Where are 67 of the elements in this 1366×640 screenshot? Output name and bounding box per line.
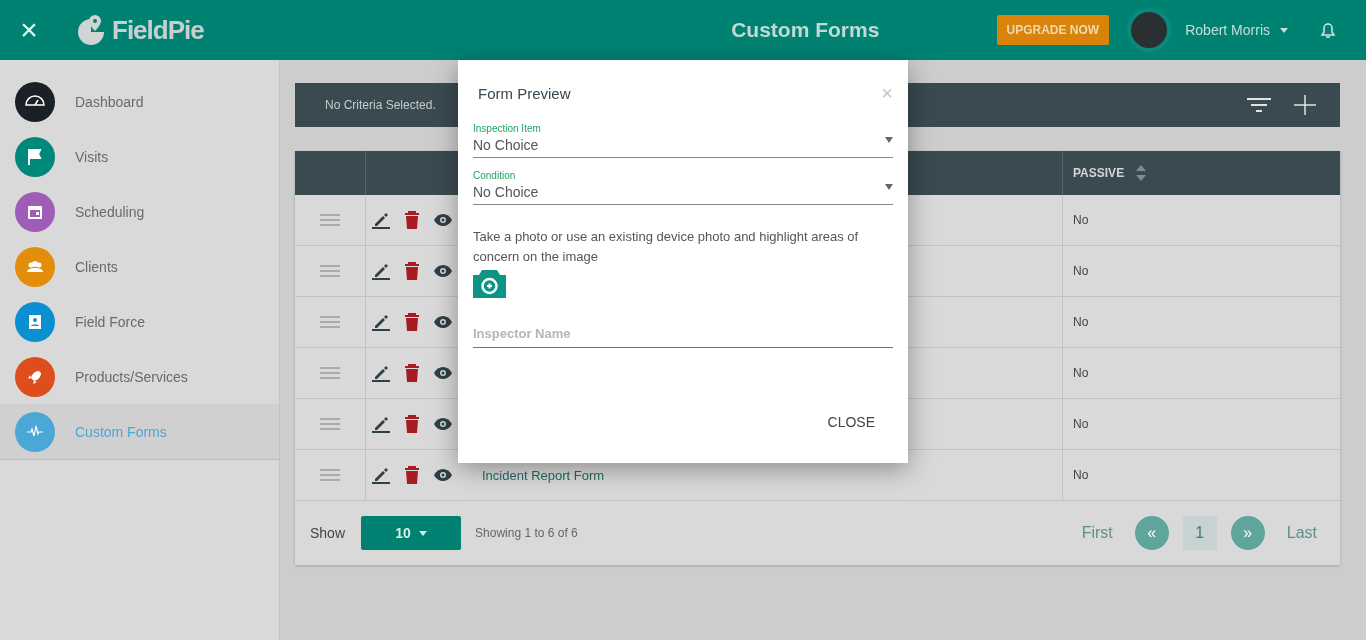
drag-handle-icon[interactable] bbox=[320, 316, 340, 328]
bell-icon[interactable] bbox=[1318, 20, 1338, 40]
drag-handle-icon[interactable] bbox=[320, 367, 340, 379]
trash-icon[interactable] bbox=[404, 313, 420, 331]
close-dialog-button[interactable]: CLOSE bbox=[809, 406, 893, 438]
previous-page-button[interactable]: « bbox=[1134, 516, 1169, 550]
table-cell: No bbox=[1073, 468, 1089, 482]
upgrade-button[interactable]: UPGRADE NOW bbox=[996, 15, 1110, 45]
sidebar-item[interactable]: Clients bbox=[0, 239, 279, 294]
user-name[interactable]: Robert Morris bbox=[1185, 22, 1270, 38]
eye-icon[interactable] bbox=[434, 316, 452, 328]
table-cell: No bbox=[1073, 417, 1089, 431]
edit-icon[interactable] bbox=[372, 415, 390, 433]
caret-icon[interactable] bbox=[418, 530, 427, 536]
column-header[interactable]: PASSIVE bbox=[1073, 166, 1125, 180]
sidebar-item[interactable]: Dashboard bbox=[0, 74, 279, 129]
criteria-text: No Criteria Selected. bbox=[325, 98, 436, 112]
edit-icon[interactable] bbox=[372, 211, 390, 229]
dialog-title: Form Preview bbox=[478, 85, 571, 102]
page-size-select[interactable]: 10 bbox=[361, 516, 462, 550]
edit-icon[interactable] bbox=[372, 262, 390, 280]
sort-icon[interactable] bbox=[1136, 164, 1147, 182]
sidebar-item[interactable]: Visits bbox=[0, 129, 279, 184]
first-page-link[interactable]: First bbox=[1073, 524, 1121, 542]
last-page-link[interactable]: Last bbox=[1278, 524, 1325, 542]
dropdown-arrow-icon[interactable] bbox=[885, 184, 893, 190]
trash-icon[interactable] bbox=[404, 466, 420, 484]
avatar-placeholder[interactable] bbox=[1127, 8, 1172, 52]
inspector-name-field[interactable]: Inspector Name bbox=[473, 322, 893, 348]
trash-icon[interactable] bbox=[404, 262, 420, 280]
sidebar-item[interactable]: Field Force bbox=[0, 294, 279, 349]
camera-icon[interactable] bbox=[473, 269, 506, 298]
drag-handle-icon[interactable] bbox=[320, 469, 340, 481]
eye-icon[interactable] bbox=[434, 469, 452, 481]
drag-handle-icon[interactable] bbox=[320, 265, 340, 277]
select-field[interactable]: Inspection Item No Choice bbox=[473, 123, 893, 158]
caret-icon[interactable] bbox=[1280, 27, 1288, 33]
drag-handle-icon[interactable] bbox=[320, 418, 340, 430]
dropdown-arrow-icon[interactable] bbox=[885, 137, 893, 143]
eye-icon[interactable] bbox=[434, 367, 452, 379]
pagination-summary: Showing 1 to 6 of 6 bbox=[475, 526, 578, 540]
select-field[interactable]: Condition No Choice bbox=[473, 170, 893, 205]
trash-icon[interactable] bbox=[404, 415, 420, 433]
sidebar-item[interactable]: Products/Services bbox=[0, 349, 279, 404]
edit-icon[interactable] bbox=[372, 313, 390, 331]
add-icon[interactable] bbox=[1292, 94, 1318, 116]
trash-icon[interactable] bbox=[404, 211, 420, 229]
trash-icon[interactable] bbox=[404, 364, 420, 382]
show-label: Show bbox=[310, 525, 346, 541]
eye-icon[interactable] bbox=[434, 418, 452, 430]
eye-icon[interactable] bbox=[434, 214, 452, 226]
next-page-button[interactable]: » bbox=[1230, 516, 1265, 550]
page-number-button[interactable]: 1 bbox=[1182, 516, 1217, 550]
edit-icon[interactable] bbox=[372, 466, 390, 484]
form-name[interactable]: Incident Report Form bbox=[482, 467, 605, 483]
photo-instructions: Take a photo or use an existing device photo and highlight areas of concern on the image bbox=[473, 228, 860, 266]
drag-handle-icon[interactable] bbox=[320, 214, 340, 226]
edit-icon[interactable] bbox=[372, 364, 390, 382]
table-cell: No bbox=[1073, 264, 1089, 278]
eye-icon[interactable] bbox=[434, 265, 452, 277]
close-menu-button[interactable]: × bbox=[0, 13, 58, 47]
table-cell: No bbox=[1073, 315, 1089, 329]
sidebar-item[interactable]: Scheduling bbox=[0, 184, 279, 239]
table-cell: No bbox=[1073, 366, 1089, 380]
table-cell: No bbox=[1073, 213, 1089, 227]
brand-name: FieldPie bbox=[112, 14, 204, 46]
page-title: Custom Forms bbox=[730, 18, 881, 42]
